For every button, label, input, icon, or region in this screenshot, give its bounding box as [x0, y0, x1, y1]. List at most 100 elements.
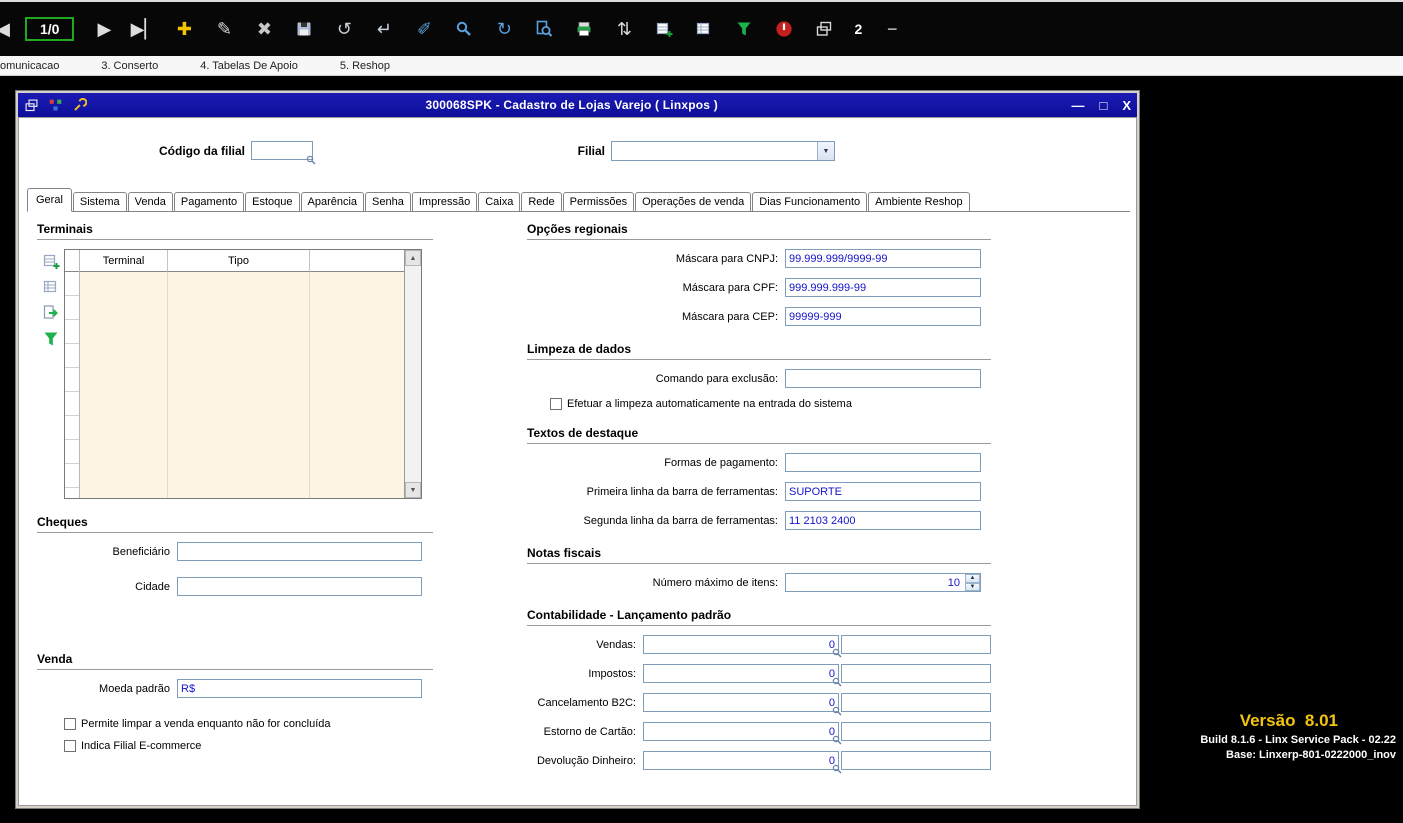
wrench-icon[interactable]: [72, 97, 87, 113]
filter-icon[interactable]: [734, 19, 754, 39]
filial-input[interactable]: [612, 142, 817, 160]
tab-aparência[interactable]: Aparência: [300, 192, 365, 211]
delete-icon[interactable]: ✖: [254, 19, 274, 39]
close-button[interactable]: X: [1122, 99, 1131, 112]
grid-row-indicator[interactable]: [65, 440, 79, 464]
tab-caixa[interactable]: Caixa: [478, 192, 521, 211]
menu-item[interactable]: 5. Reshop: [340, 60, 390, 72]
primeira-linha-input[interactable]: [785, 482, 981, 501]
column-header-terminal[interactable]: Terminal: [80, 250, 168, 272]
tab-geral[interactable]: Geral: [27, 188, 72, 212]
cidade-input[interactable]: [177, 577, 422, 596]
dropdown-arrow-icon[interactable]: ▼: [817, 142, 834, 160]
grid-export-icon[interactable]: [42, 304, 60, 322]
grid-filter-icon[interactable]: [42, 330, 60, 348]
spin-up-icon[interactable]: ▲: [965, 574, 980, 583]
checkbox-icon[interactable]: [64, 718, 76, 730]
scroll-track[interactable]: [405, 266, 421, 482]
sort-icon[interactable]: ⇅: [614, 19, 634, 39]
tab-venda[interactable]: Venda: [127, 192, 173, 211]
lookup-icon[interactable]: [832, 764, 842, 774]
modules-icon[interactable]: [48, 98, 63, 113]
tab-operações-de-venda[interactable]: Operações de venda: [635, 192, 752, 211]
preview-icon[interactable]: [534, 19, 554, 39]
lookup-icon[interactable]: [832, 677, 842, 687]
tab-permissões[interactable]: Permissões: [562, 192, 635, 211]
window-icon[interactable]: [24, 98, 39, 113]
contab-cancelamento-desc-input[interactable]: [841, 693, 991, 712]
grid-row-indicator[interactable]: [65, 464, 79, 488]
moeda-padrao-input[interactable]: [177, 679, 422, 698]
check-filial-ecommerce[interactable]: Indica Filial E-commerce: [64, 740, 433, 752]
confirm-icon[interactable]: ↵: [374, 19, 394, 39]
grid-scrollbar[interactable]: ▲ ▼: [404, 250, 421, 498]
titlebar[interactable]: 300068SPK - Cadastro de Lojas Varejo ( L…: [18, 93, 1137, 117]
comando-exclusao-input[interactable]: [785, 369, 981, 388]
tab-pagamento[interactable]: Pagamento: [173, 192, 245, 211]
print-export-icon[interactable]: [574, 19, 594, 39]
checkbox-icon[interactable]: [64, 740, 76, 752]
report-add-icon[interactable]: [654, 19, 674, 39]
menu-item[interactable]: omunicacao: [0, 60, 59, 72]
maximize-button[interactable]: □: [1099, 99, 1107, 112]
last-record-icon[interactable]: ▶▏: [131, 19, 159, 39]
contab-devolucao-code-input[interactable]: [643, 751, 839, 770]
mascara-cnpj-input[interactable]: [785, 249, 981, 268]
grid-row-indicator[interactable]: [65, 272, 79, 296]
save-icon[interactable]: [294, 19, 314, 39]
grid-row-indicator[interactable]: [65, 344, 79, 368]
formas-pagamento-input[interactable]: [785, 453, 981, 472]
contab-estorno-code-input[interactable]: [643, 722, 839, 741]
revert-icon[interactable]: ↺: [334, 19, 354, 39]
grid-row-indicator[interactable]: [65, 296, 79, 320]
menu-item[interactable]: 3. Conserto: [101, 60, 158, 72]
edit-icon[interactable]: ✎: [214, 19, 234, 39]
contab-cancelamento-code-input[interactable]: [643, 693, 839, 712]
segunda-linha-input[interactable]: [785, 511, 981, 530]
contab-estorno-desc-input[interactable]: [841, 722, 991, 741]
refresh-icon[interactable]: ↻: [494, 19, 514, 39]
next-record-icon[interactable]: ▶: [94, 19, 114, 39]
scroll-down-icon[interactable]: ▼: [405, 482, 421, 498]
check-limpeza-automatica[interactable]: Efetuar a limpeza automaticamente na ent…: [550, 398, 991, 410]
spin-down-icon[interactable]: ▼: [965, 582, 980, 591]
grid-row-indicator[interactable]: [65, 320, 79, 344]
check-limpar-venda[interactable]: Permite limpar a venda enquanto não for …: [64, 718, 433, 730]
column-header-tipo[interactable]: Tipo: [168, 250, 310, 272]
mascara-cpf-input[interactable]: [785, 278, 981, 297]
grid-row-indicator[interactable]: [65, 368, 79, 392]
grid-row-indicator[interactable]: [65, 392, 79, 416]
checkbox-icon[interactable]: [550, 398, 562, 410]
tab-ambiente-reshop[interactable]: Ambiente Reshop: [868, 192, 970, 211]
search-icon[interactable]: [454, 19, 474, 39]
lookup-icon[interactable]: [832, 706, 842, 716]
first-record-icon[interactable]: ◀: [0, 19, 13, 39]
tab-sistema[interactable]: Sistema: [72, 192, 127, 211]
grid-add-icon[interactable]: [42, 252, 60, 270]
cascade-windows-icon[interactable]: [814, 19, 834, 39]
tab-estoque[interactable]: Estoque: [245, 192, 300, 211]
report-icon[interactable]: [694, 19, 714, 39]
minimize-button[interactable]: —: [1071, 99, 1084, 112]
codigo-filial-input[interactable]: [251, 141, 313, 160]
contab-vendas-desc-input[interactable]: [841, 635, 991, 654]
lookup-icon[interactable]: [832, 648, 842, 658]
scroll-up-icon[interactable]: ▲: [405, 250, 421, 266]
tab-dias-funcionamento[interactable]: Dias Funcionamento: [752, 192, 868, 211]
contab-vendas-code-input[interactable]: [643, 635, 839, 654]
grid-report-icon[interactable]: [42, 278, 60, 296]
exit-icon[interactable]: [774, 19, 794, 39]
mascara-cep-input[interactable]: [785, 307, 981, 326]
toolbar-minimize-icon[interactable]: −: [882, 19, 902, 39]
brush-icon[interactable]: ✐: [414, 19, 434, 39]
lookup-icon[interactable]: [306, 155, 316, 165]
contab-impostos-desc-input[interactable]: [841, 664, 991, 683]
tab-rede[interactable]: Rede: [521, 192, 562, 211]
contab-devolucao-desc-input[interactable]: [841, 751, 991, 770]
menu-item[interactable]: 4. Tabelas De Apoio: [200, 60, 298, 72]
lookup-icon[interactable]: [832, 735, 842, 745]
beneficiario-input[interactable]: [177, 542, 422, 561]
tab-senha[interactable]: Senha: [365, 192, 411, 211]
tab-impressão[interactable]: Impressão: [411, 192, 478, 211]
grid-row-indicator[interactable]: [65, 416, 79, 440]
